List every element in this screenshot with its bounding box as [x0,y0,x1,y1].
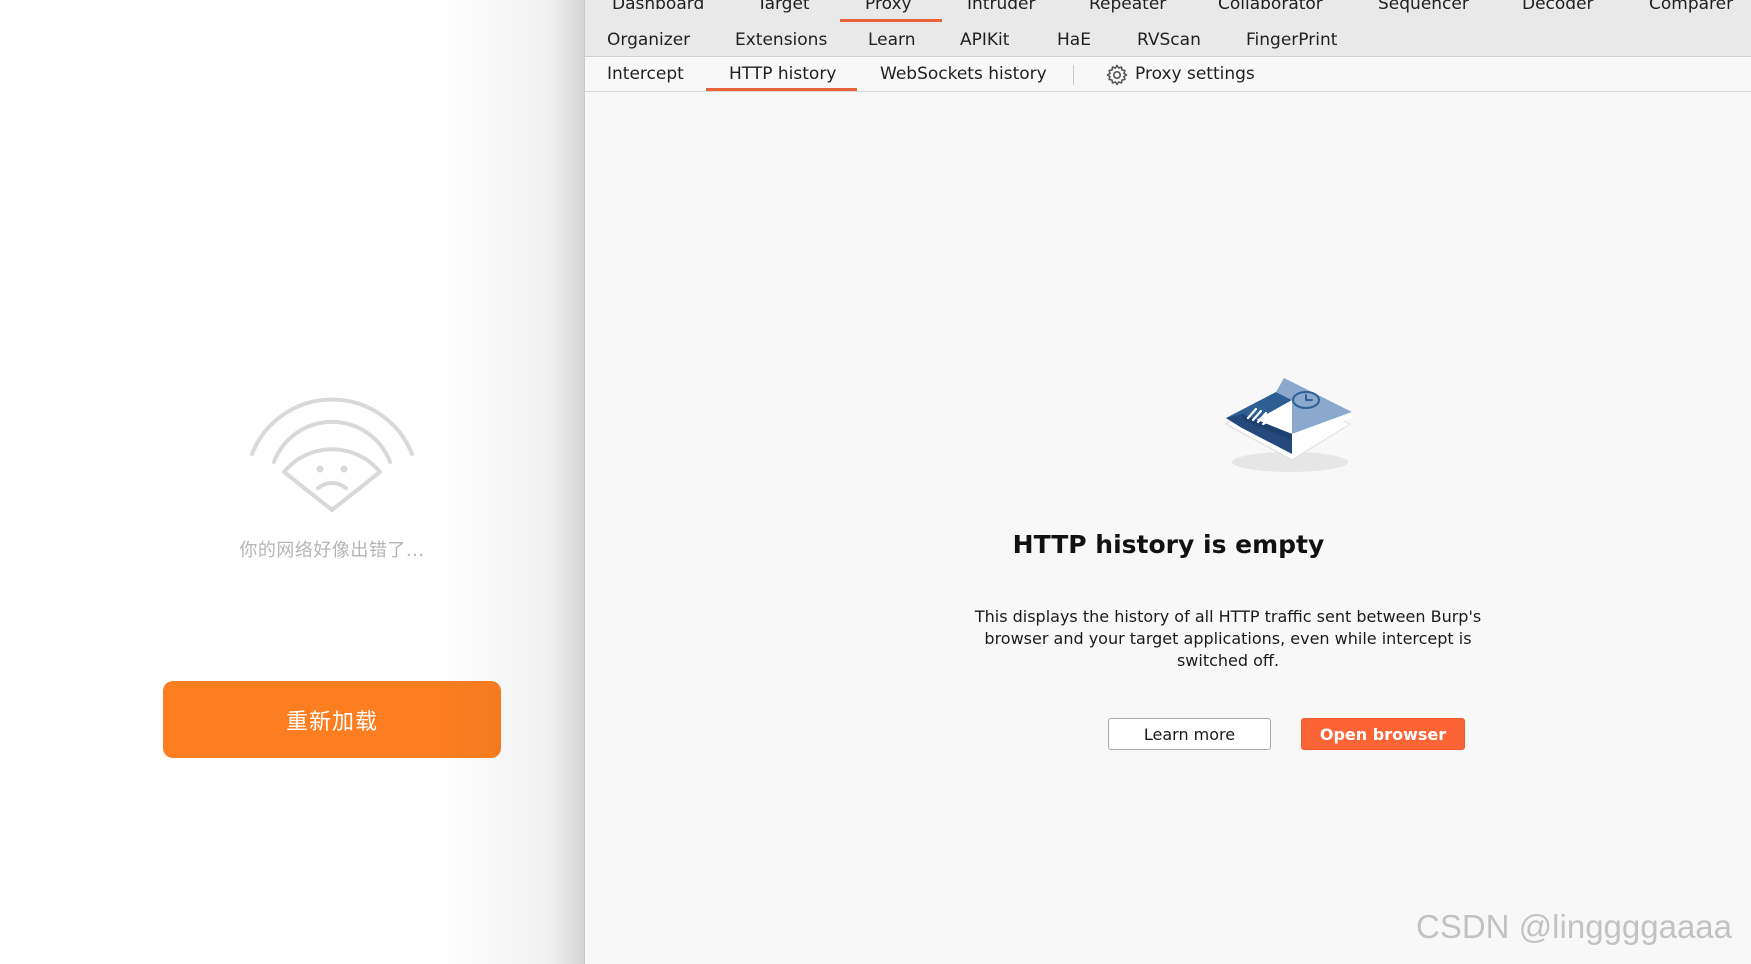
tab-repeater[interactable]: Repeater [1089,0,1166,14]
network-error-message: 你的网络好像出错了... [239,540,425,561]
active-sub-tab-indicator [706,88,857,91]
proxy-sub-tab-bar: Intercept HTTP history WebSockets histor… [585,58,1751,92]
tab-apikit[interactable]: APIKit [960,30,1009,50]
network-error-page: 你的网络好像出错了... 重新加载 [0,0,584,964]
tab-proxy[interactable]: Proxy [840,0,941,22]
reload-button[interactable]: 重新加载 [163,681,501,758]
gear-icon[interactable] [1105,63,1129,87]
tab-hae[interactable]: HaE [1057,30,1091,50]
tab-intercept[interactable]: Intercept [607,64,684,84]
tab-extensions[interactable]: Extensions [735,30,827,50]
tab-collaborator[interactable]: Collaborator [1218,0,1323,14]
empty-state-description: This displays the history of all HTTP tr… [974,607,1482,670]
tab-comparer[interactable]: Comparer [1649,0,1733,14]
learn-more-button[interactable]: Learn more [1108,718,1271,750]
tab-fingerprint[interactable]: FingerPrint [1246,30,1337,50]
main-tab-bar: Dashboard Target Proxy Intruder Repeater… [585,0,1751,57]
tab-decoder[interactable]: Decoder [1522,0,1594,14]
wifi-sad-icon [250,397,414,512]
open-browser-button[interactable]: Open browser [1301,718,1465,750]
tab-websockets-history[interactable]: WebSockets history [880,64,1047,84]
tab-learn[interactable]: Learn [868,30,916,50]
burp-suite-window: Dashboard Target Proxy Intruder Repeater… [584,0,1751,964]
tab-rvscan[interactable]: RVScan [1137,30,1201,50]
tab-sequencer[interactable]: Sequencer [1378,0,1469,14]
tab-target[interactable]: Target [757,0,810,14]
tab-divider [1073,65,1074,85]
watermark: CSDN @linggggaaaa [1416,908,1733,945]
tab-intruder[interactable]: Intruder [967,0,1035,14]
proxy-settings-link[interactable]: Proxy settings [1135,64,1255,84]
tab-organizer[interactable]: Organizer [607,30,690,50]
history-book-icon [1224,378,1352,472]
tab-dashboard[interactable]: Dashboard [612,0,704,14]
empty-state-title: HTTP history is empty [1012,530,1325,559]
tab-http-history[interactable]: HTTP history [729,64,836,84]
